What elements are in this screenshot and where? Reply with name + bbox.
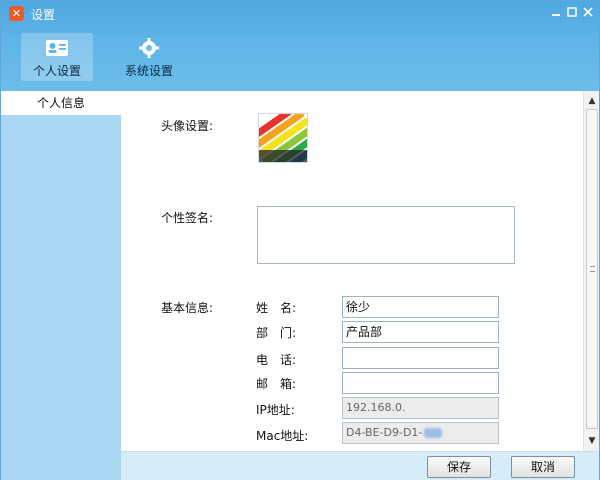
tab-system-settings[interactable]: 系统设置: [113, 33, 185, 81]
tab-personal-settings[interactable]: 个人设置: [21, 33, 93, 81]
mac-address-field: D4-BE-D9-D1-: [342, 422, 499, 444]
mac-address-label: Mac地址:: [256, 429, 309, 443]
footer-bar: 保存 取消: [121, 451, 599, 480]
contact-card-icon: [46, 40, 68, 56]
window-title: 设置: [31, 8, 56, 22]
scroll-up-arrow-icon[interactable]: ▲: [584, 93, 600, 109]
ip-address-label: IP地址:: [256, 403, 295, 417]
tab-label: 个人设置: [32, 64, 81, 78]
signature-label: 个性签名:: [161, 211, 214, 225]
avatar-label: 头像设置:: [161, 119, 214, 133]
mac-address-value: D4-BE-D9-D1-: [346, 426, 423, 439]
tab-label: 系统设置: [124, 64, 173, 78]
minimize-icon: [552, 14, 560, 16]
settings-content: 头像设置: 个性签名: 基本信息: 姓 名: 徐少 部 门: 产品部 电 话: …: [121, 91, 581, 451]
sidebar: 个人信息: [1, 91, 121, 480]
scroll-down-arrow-icon[interactable]: ▼: [584, 433, 600, 449]
signature-textarea[interactable]: [257, 206, 515, 264]
sidebar-item-personal-info[interactable]: 个人信息: [1, 91, 121, 115]
redacted-region: [424, 428, 443, 438]
ip-address-field: 192.168.0.: [342, 397, 499, 419]
close-icon: [583, 7, 593, 17]
settings-window: ✕ 设置 个人设置 系统设置 个人信息 头像设置: 个性签名: 基本信息: 姓 …: [0, 0, 600, 480]
name-field[interactable]: 徐少: [342, 296, 499, 318]
ip-address-value: 192.168.0.: [346, 401, 406, 414]
gear-icon: [139, 38, 159, 58]
department-field[interactable]: 产品部: [342, 321, 499, 343]
name-label: 姓 名:: [256, 301, 297, 315]
title-bar[interactable]: ✕ 设置: [1, 1, 599, 27]
header: ✕ 设置 个人设置 系统设置: [1, 1, 599, 91]
save-button[interactable]: 保存: [427, 456, 491, 478]
scrollbar-thumb[interactable]: [586, 109, 598, 429]
basic-info-label: 基本信息:: [161, 301, 214, 315]
email-label: 邮 箱:: [256, 377, 297, 391]
scrollbar-grip-icon: [590, 266, 595, 272]
cancel-button[interactable]: 取消: [511, 456, 575, 478]
colored-pencils-image: [259, 114, 307, 162]
maximize-icon: [567, 7, 577, 17]
vertical-scrollbar[interactable]: ▲ ▼: [583, 91, 599, 451]
phone-label: 电 话:: [256, 353, 297, 367]
close-button[interactable]: [578, 4, 598, 22]
phone-field[interactable]: [342, 347, 499, 369]
avatar[interactable]: [258, 113, 308, 163]
app-logo-icon: ✕: [9, 6, 24, 21]
department-label: 部 门:: [256, 326, 297, 340]
email-field[interactable]: [342, 372, 499, 394]
